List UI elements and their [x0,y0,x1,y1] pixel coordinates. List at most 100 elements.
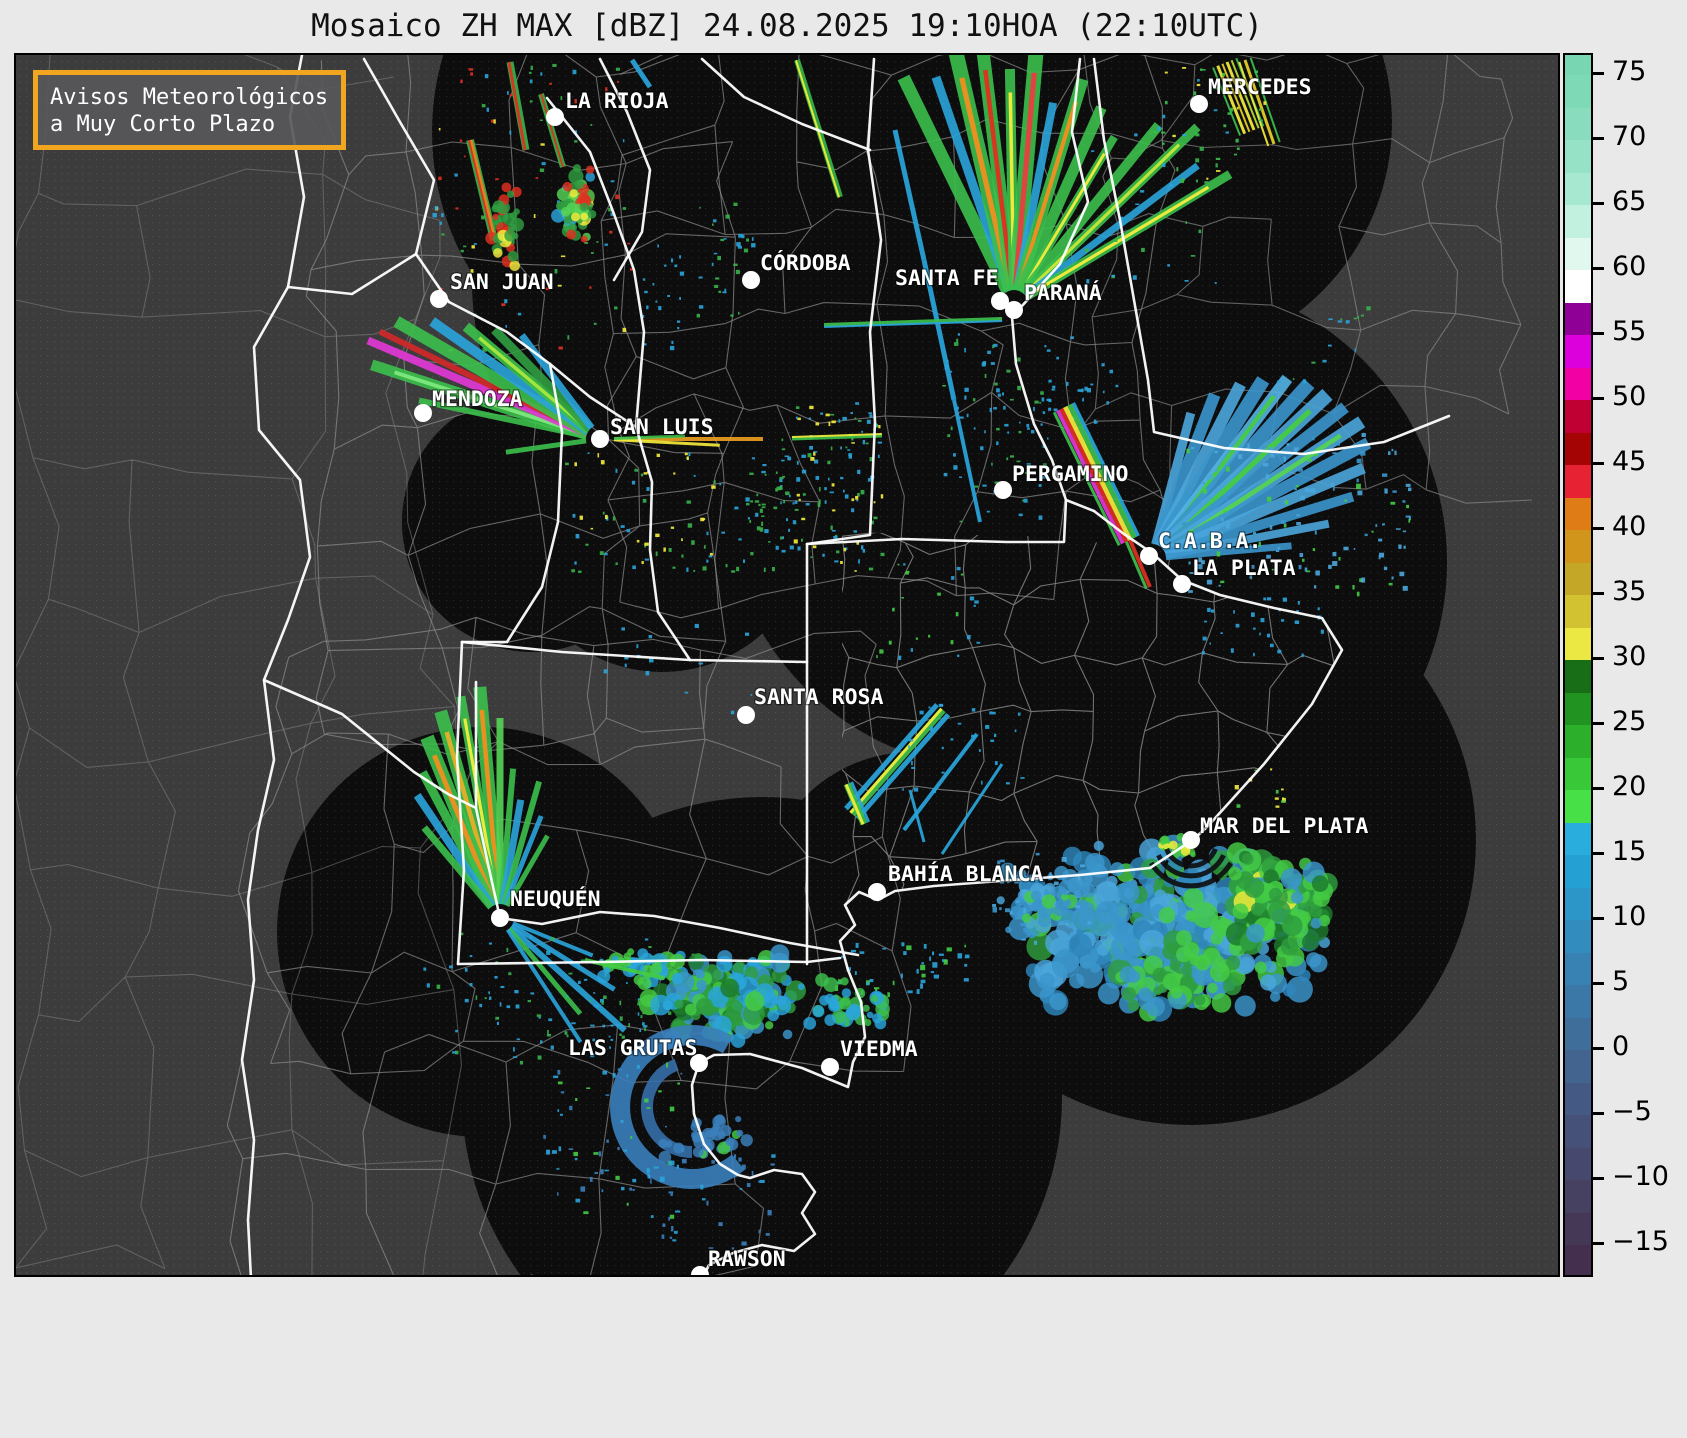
colorbar-segment [1565,1147,1591,1181]
colorbar-segment [1565,920,1591,953]
colorbar-segment [1565,172,1591,206]
colorbar-tick [1593,397,1604,400]
colorbar-tick-label: 65 [1612,186,1647,217]
colorbar-tick [1593,852,1604,855]
city-label: VIEDMA [840,1037,918,1062]
colorbar-tick-label: 35 [1612,576,1647,607]
colorbar-tick [1593,1047,1604,1050]
colorbar-segment [1565,432,1591,466]
city-label: MAR DEL PLATA [1200,814,1368,839]
city-dot [1173,575,1191,593]
colorbar-segment [1565,1050,1591,1083]
colorbar-tick-label: −10 [1612,1161,1669,1192]
colorbar-segment [1565,1082,1591,1116]
warning-line2: a Muy Corto Plazo [50,112,276,137]
warning-banner[interactable]: Avisos Meteorológicos a Muy Corto Plazo [33,70,346,150]
colorbar-tick [1593,1112,1604,1115]
city-label: LAS GRUTAS [568,1036,697,1061]
colorbar-tick [1593,332,1604,335]
colorbar-segment [1565,985,1591,1018]
colorbar-tick-label: 0 [1612,1031,1630,1062]
city-dot [546,108,564,126]
colorbar-tick [1593,527,1604,530]
colorbar-tick [1593,267,1604,270]
city-dot [868,883,886,901]
colorbar-tick [1593,592,1604,595]
colorbar-segment [1565,55,1591,76]
city-dot [1005,301,1023,319]
reflectivity-colorbar [1563,53,1593,1277]
city-label: BAHÍA BLANCA [888,861,1043,887]
colorbar-tick-label: 70 [1612,121,1647,152]
colorbar-segment [1565,1115,1591,1148]
colorbar-tick [1593,917,1604,920]
colorbar-segment [1565,887,1591,921]
city-dot [1190,95,1208,113]
colorbar-segment [1565,562,1591,596]
colorbar-tick-label: 45 [1612,446,1647,477]
city-dot [994,481,1012,499]
city-dot [737,706,755,724]
city-label: LA PLATA [1192,556,1296,581]
city-label: PARANÁ [1024,280,1102,306]
colorbar-tick [1593,1177,1604,1180]
city-dot [414,404,432,422]
colorbar-segment [1565,1017,1591,1051]
colorbar-tick-label: 25 [1612,706,1647,737]
city-label: RAWSON [708,1247,786,1272]
city-dot [1182,831,1200,849]
city-label: MENDOZA [432,387,523,412]
colorbar-segment [1565,400,1591,433]
colorbar-tick-label: 15 [1612,836,1647,867]
colorbar-segment [1565,595,1591,628]
colorbar-segment [1565,335,1591,368]
colorbar-segment [1565,530,1591,563]
colorbar-tick-label: 75 [1612,56,1647,87]
colorbar-segment [1565,237,1591,271]
colorbar-tick-label: 60 [1612,251,1647,282]
city-label: SANTA FE [895,266,999,291]
colorbar-segment [1565,855,1591,888]
colorbar-tick [1593,982,1604,985]
colorbar-segment [1565,822,1591,856]
city-label: NEUQUÉN [510,886,601,912]
colorbar-tick-label: 30 [1612,641,1647,672]
city-dot [1140,547,1158,565]
colorbar-tick-label: 20 [1612,771,1647,802]
colorbar-tick-label: 5 [1612,966,1630,997]
colorbar-segment [1565,302,1591,336]
city-label: MERCEDES [1208,75,1312,100]
colorbar-tick [1593,202,1604,205]
colorbar-segment [1565,790,1591,823]
footer-logos: Servicio Meteorológico Nacional Argentin… [0,1277,1687,1438]
radar-map-canvas: LA RIOJA MERCEDES SAN JUAN CÓRDOBA SANTA FE P… [16,55,1558,1275]
colorbar-tick-label: 40 [1612,511,1647,542]
colorbar-segment [1565,270,1591,303]
colorbar-tick-label: 55 [1612,316,1647,347]
colorbar-segment [1565,497,1591,531]
city-dot [591,430,609,448]
colorbar-segment [1565,1212,1591,1246]
colorbar-segment [1565,1180,1591,1213]
city-label: SANTA ROSA [754,685,883,710]
colorbar-segment [1565,1245,1591,1275]
city-dot [430,290,448,308]
city-dot [821,1058,839,1076]
colorbar-segment [1565,205,1591,238]
colorbar-tick-label: 10 [1612,901,1647,932]
colorbar-segment [1565,692,1591,726]
colorbar-segment [1565,952,1591,986]
city-label: PERGAMINO [1012,462,1129,487]
city-label: LA RIOJA [565,89,669,114]
city-label: C.A.B.A. [1158,529,1262,554]
colorbar-segment [1565,367,1591,401]
colorbar-tick [1593,462,1604,465]
city-dot [742,271,760,289]
colorbar-tick [1593,787,1604,790]
city-label: SAN JUAN [450,270,554,295]
city-label: CÓRDOBA [760,250,851,276]
colorbar-segment [1565,725,1591,758]
colorbar-tick-label: 50 [1612,381,1647,412]
colorbar-tick [1593,1242,1604,1245]
city-dot [491,909,509,927]
